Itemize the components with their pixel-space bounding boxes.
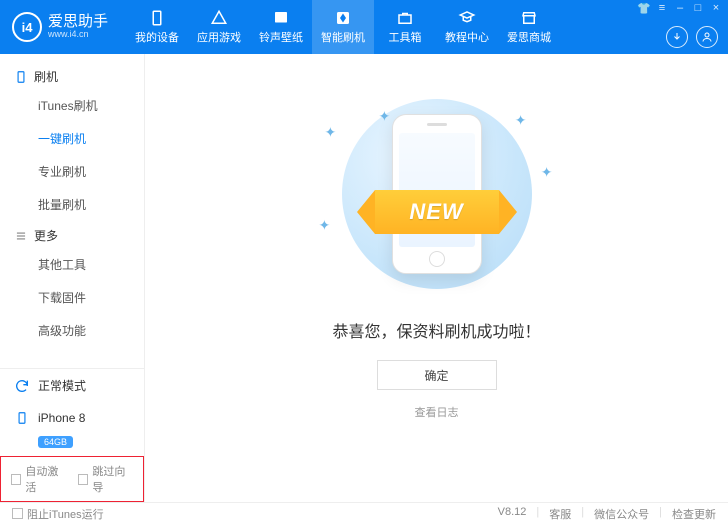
sidebar-section-flash: 刷机 [0, 62, 144, 89]
main-nav: 我的设备 应用游戏 铃声壁纸 智能刷机 工具箱 教程中心 爱思商城 [126, 0, 560, 54]
sparkle-icon: ✦ [325, 124, 337, 141]
flash-icon [334, 9, 352, 27]
nav-store[interactable]: 爱思商城 [498, 0, 560, 54]
phone-icon [14, 70, 28, 84]
nav-apps[interactable]: 应用游戏 [188, 0, 250, 54]
header-actions [666, 26, 718, 48]
flash-options: 自动激活 跳过向导 [0, 456, 144, 502]
sidebar-item-pro-flash[interactable]: 专业刷机 [0, 155, 144, 188]
footer-link-wechat[interactable]: 微信公众号 [594, 506, 649, 522]
close-icon[interactable]: × [710, 2, 722, 14]
new-ribbon: NEW [357, 190, 517, 234]
toolbox-icon [396, 9, 414, 27]
app-header: i4 爱思助手 www.i4.cn 我的设备 应用游戏 铃声壁纸 智能刷机 工具… [0, 0, 728, 54]
refresh-icon [14, 378, 30, 394]
success-illustration: ✦ ✦ ✦ ✦ ✦ NEW [307, 94, 567, 294]
main-content: ✦ ✦ ✦ ✦ ✦ NEW 恭喜您，保资料刷机成功啦！ 确定 查看日志 [145, 54, 728, 502]
maximize-icon[interactable]: □ [692, 2, 704, 14]
footer-link-update[interactable]: 检查更新 [672, 506, 716, 522]
sidebar-item-download-firmware[interactable]: 下载固件 [0, 281, 144, 314]
ok-button[interactable]: 确定 [377, 360, 497, 390]
skip-guide-checkbox[interactable]: 跳过向导 [78, 463, 133, 495]
tutorial-icon [458, 9, 476, 27]
store-icon [520, 9, 538, 27]
footer-link-support[interactable]: 客服 [549, 506, 571, 522]
user-button[interactable] [696, 26, 718, 48]
app-logo: i4 爱思助手 www.i4.cn [12, 12, 108, 42]
block-itunes-checkbox[interactable]: 阻止iTunes运行 [12, 506, 104, 522]
menu-icon[interactable]: ≡ [656, 2, 668, 14]
success-message: 恭喜您，保资料刷机成功啦！ [332, 318, 540, 342]
sparkle-icon: ✦ [541, 164, 553, 181]
nav-flash[interactable]: 智能刷机 [312, 0, 374, 54]
view-log-link[interactable]: 查看日志 [415, 404, 459, 420]
ringtone-icon [272, 9, 290, 27]
nav-toolbox[interactable]: 工具箱 [374, 0, 436, 54]
connected-device[interactable]: iPhone 8 [0, 402, 144, 434]
sparkle-icon: ✦ [515, 112, 527, 129]
checkbox-icon [11, 474, 21, 485]
user-icon [701, 31, 713, 43]
skin-icon[interactable]: 👕 [638, 2, 650, 14]
device-mode[interactable]: 正常模式 [0, 369, 144, 402]
nav-tutorial[interactable]: 教程中心 [436, 0, 498, 54]
auto-activate-checkbox[interactable]: 自动激活 [11, 463, 66, 495]
device-capacity-badge: 64GB [38, 436, 73, 448]
sidebar-item-oneclick-flash[interactable]: 一键刷机 [0, 122, 144, 155]
status-bar: 阻止iTunes运行 V8.12 | 客服 | 微信公众号 | 检查更新 [0, 502, 728, 524]
version-label: V8.12 [498, 506, 527, 522]
minimize-icon[interactable]: – [674, 2, 686, 14]
sidebar-item-batch-flash[interactable]: 批量刷机 [0, 188, 144, 221]
device-name: iPhone 8 [38, 411, 85, 425]
sidebar-item-advanced[interactable]: 高级功能 [0, 314, 144, 347]
nav-my-device[interactable]: 我的设备 [126, 0, 188, 54]
app-url: www.i4.cn [48, 29, 108, 40]
phone-small-icon [14, 410, 30, 426]
sparkle-icon: ✦ [379, 108, 391, 125]
sidebar-item-other-tools[interactable]: 其他工具 [0, 248, 144, 281]
checkbox-icon [12, 508, 23, 519]
apps-icon [210, 9, 228, 27]
device-icon [148, 9, 166, 27]
sidebar-section-more: 更多 [0, 221, 144, 248]
sparkle-icon: ✦ [319, 217, 331, 234]
sidebar: 刷机 iTunes刷机 一键刷机 专业刷机 批量刷机 更多 其他工具 下载固件 … [0, 54, 145, 502]
sidebar-item-itunes-flash[interactable]: iTunes刷机 [0, 89, 144, 122]
nav-ringtone[interactable]: 铃声壁纸 [250, 0, 312, 54]
window-controls: 👕 ≡ – □ × [638, 2, 722, 14]
checkbox-icon [78, 474, 88, 485]
download-button[interactable] [666, 26, 688, 48]
logo-icon: i4 [12, 12, 42, 42]
list-icon [14, 229, 28, 243]
download-icon [671, 31, 683, 43]
app-name: 爱思助手 [48, 14, 108, 29]
